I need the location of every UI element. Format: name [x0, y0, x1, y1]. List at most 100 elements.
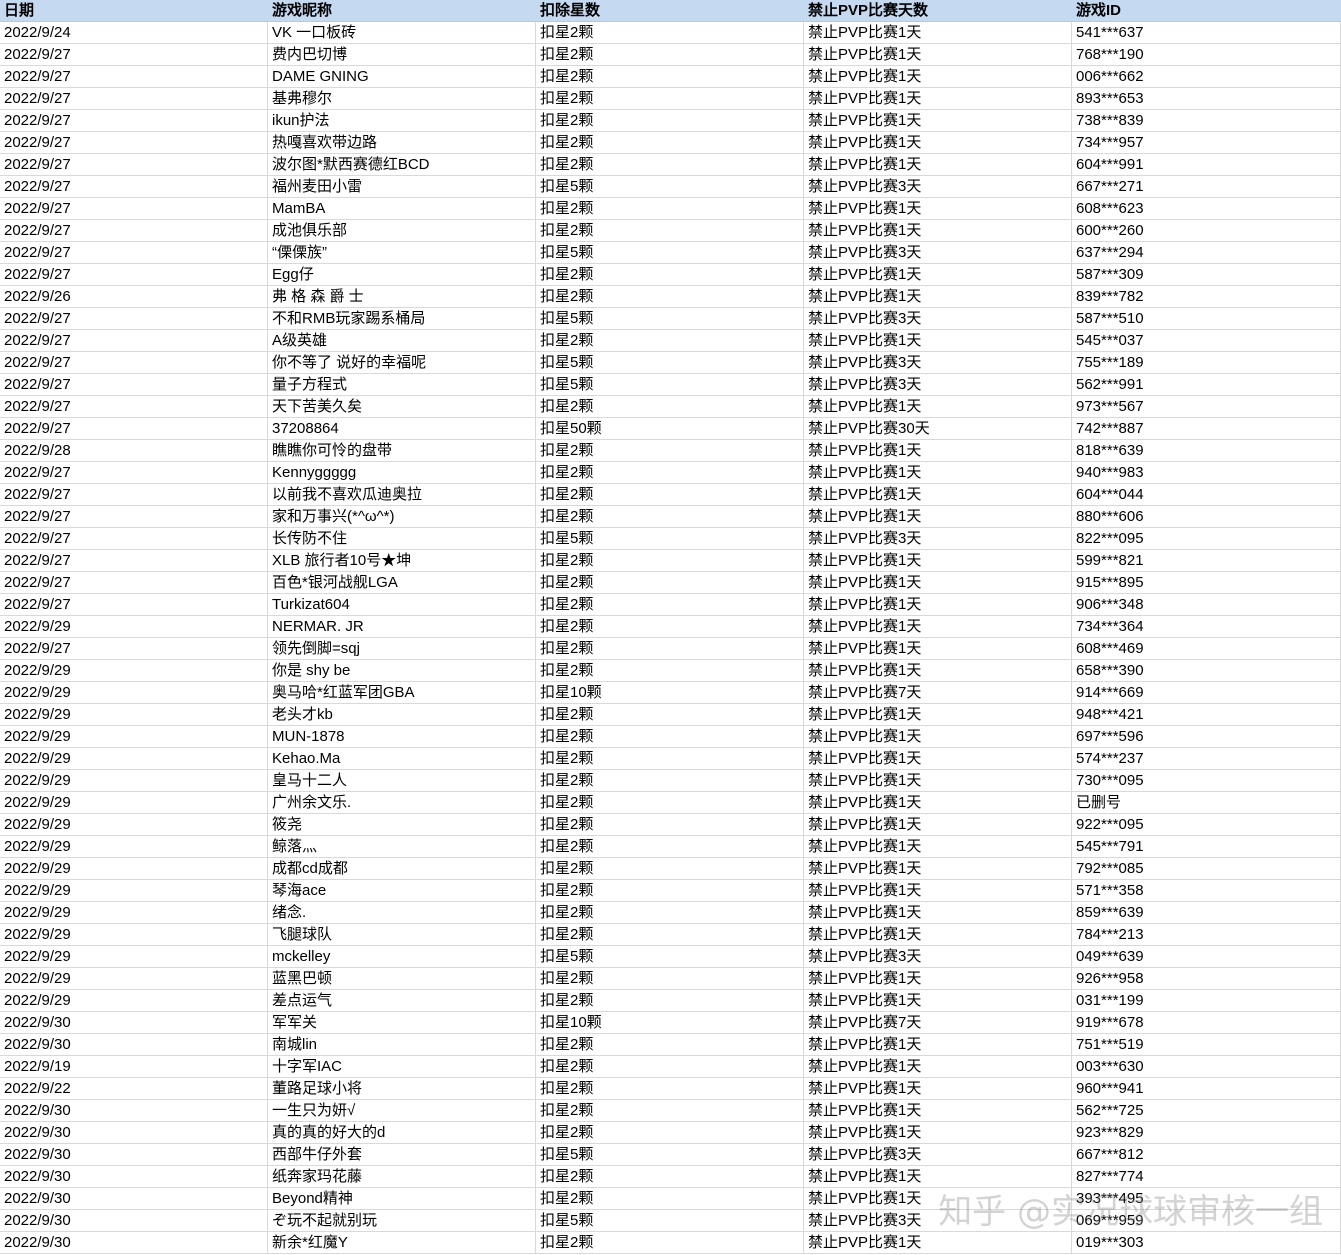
- cell-pvp-ban-days[interactable]: 禁止PVP比赛1天: [804, 594, 1072, 615]
- cell-game-id[interactable]: 730***095: [1072, 770, 1341, 791]
- cell-game-id[interactable]: 940***983: [1072, 462, 1341, 483]
- cell-date[interactable]: 2022/9/27: [0, 594, 268, 615]
- cell-nickname[interactable]: 鲸落灬: [268, 836, 536, 857]
- cell-date[interactable]: 2022/9/30: [0, 1188, 268, 1209]
- cell-nickname[interactable]: DAME GNING: [268, 66, 536, 87]
- cell-game-id[interactable]: 960***941: [1072, 1078, 1341, 1099]
- cell-game-id[interactable]: 839***782: [1072, 286, 1341, 307]
- cell-date[interactable]: 2022/9/27: [0, 352, 268, 373]
- cell-stars-deducted[interactable]: 扣星2颗: [536, 264, 804, 285]
- cell-stars-deducted[interactable]: 扣星2颗: [536, 594, 804, 615]
- cell-game-id[interactable]: 600***260: [1072, 220, 1341, 241]
- cell-nickname[interactable]: 蓝黑巴顿: [268, 968, 536, 989]
- cell-game-id[interactable]: 562***991: [1072, 374, 1341, 395]
- cell-stars-deducted[interactable]: 扣星2颗: [536, 968, 804, 989]
- cell-date[interactable]: 2022/9/30: [0, 1100, 268, 1121]
- cell-pvp-ban-days[interactable]: 禁止PVP比赛3天: [804, 242, 1072, 263]
- cell-date[interactable]: 2022/9/29: [0, 792, 268, 813]
- cell-game-id[interactable]: 926***958: [1072, 968, 1341, 989]
- cell-game-id[interactable]: 599***821: [1072, 550, 1341, 571]
- cell-nickname[interactable]: Egg仔: [268, 264, 536, 285]
- cell-game-id[interactable]: 880***606: [1072, 506, 1341, 527]
- cell-date[interactable]: 2022/9/29: [0, 616, 268, 637]
- cell-stars-deducted[interactable]: 扣星2颗: [536, 484, 804, 505]
- cell-nickname[interactable]: 皇马十二人: [268, 770, 536, 791]
- cell-date[interactable]: 2022/9/27: [0, 44, 268, 65]
- cell-game-id[interactable]: 031***199: [1072, 990, 1341, 1011]
- cell-game-id[interactable]: 734***364: [1072, 616, 1341, 637]
- cell-nickname[interactable]: 绪念.: [268, 902, 536, 923]
- cell-stars-deducted[interactable]: 扣星2颗: [536, 1166, 804, 1187]
- cell-game-id[interactable]: 973***567: [1072, 396, 1341, 417]
- cell-pvp-ban-days[interactable]: 禁止PVP比赛7天: [804, 682, 1072, 703]
- cell-stars-deducted[interactable]: 扣星2颗: [536, 66, 804, 87]
- cell-pvp-ban-days[interactable]: 禁止PVP比赛3天: [804, 308, 1072, 329]
- cell-pvp-ban-days[interactable]: 禁止PVP比赛1天: [804, 616, 1072, 637]
- cell-date[interactable]: 2022/9/30: [0, 1210, 268, 1231]
- cell-game-id[interactable]: 006***662: [1072, 66, 1341, 87]
- cell-pvp-ban-days[interactable]: 禁止PVP比赛1天: [804, 660, 1072, 681]
- cell-stars-deducted[interactable]: 扣星2颗: [536, 22, 804, 43]
- cell-stars-deducted[interactable]: 扣星2颗: [536, 1034, 804, 1055]
- cell-nickname[interactable]: 热嘎喜欢带边路: [268, 132, 536, 153]
- cell-game-id[interactable]: 914***669: [1072, 682, 1341, 703]
- cell-pvp-ban-days[interactable]: 禁止PVP比赛1天: [804, 1122, 1072, 1143]
- cell-pvp-ban-days[interactable]: 禁止PVP比赛1天: [804, 792, 1072, 813]
- cell-game-id[interactable]: 已删号: [1072, 792, 1341, 813]
- cell-pvp-ban-days[interactable]: 禁止PVP比赛30天: [804, 418, 1072, 439]
- cell-stars-deducted[interactable]: 扣星2颗: [536, 616, 804, 637]
- cell-stars-deducted[interactable]: 扣星2颗: [536, 836, 804, 857]
- cell-stars-deducted[interactable]: 扣星2颗: [536, 198, 804, 219]
- cell-date[interactable]: 2022/9/27: [0, 484, 268, 505]
- cell-stars-deducted[interactable]: 扣星5颗: [536, 946, 804, 967]
- cell-date[interactable]: 2022/9/27: [0, 528, 268, 549]
- cell-game-id[interactable]: 734***957: [1072, 132, 1341, 153]
- cell-game-id[interactable]: 562***725: [1072, 1100, 1341, 1121]
- cell-pvp-ban-days[interactable]: 禁止PVP比赛1天: [804, 440, 1072, 461]
- cell-pvp-ban-days[interactable]: 禁止PVP比赛3天: [804, 352, 1072, 373]
- cell-game-id[interactable]: 792***085: [1072, 858, 1341, 879]
- cell-date[interactable]: 2022/9/29: [0, 924, 268, 945]
- cell-date[interactable]: 2022/9/27: [0, 66, 268, 87]
- cell-nickname[interactable]: A级英雄: [268, 330, 536, 351]
- cell-date[interactable]: 2022/9/27: [0, 242, 268, 263]
- cell-date[interactable]: 2022/9/29: [0, 682, 268, 703]
- cell-pvp-ban-days[interactable]: 禁止PVP比赛3天: [804, 1144, 1072, 1165]
- cell-date[interactable]: 2022/9/30: [0, 1232, 268, 1253]
- cell-date[interactable]: 2022/9/29: [0, 726, 268, 747]
- cell-stars-deducted[interactable]: 扣星2颗: [536, 770, 804, 791]
- cell-game-id[interactable]: 541***637: [1072, 22, 1341, 43]
- cell-game-id[interactable]: 604***991: [1072, 154, 1341, 175]
- cell-date[interactable]: 2022/9/28: [0, 440, 268, 461]
- cell-stars-deducted[interactable]: 扣星2颗: [536, 440, 804, 461]
- cell-game-id[interactable]: 818***639: [1072, 440, 1341, 461]
- cell-pvp-ban-days[interactable]: 禁止PVP比赛1天: [804, 88, 1072, 109]
- cell-nickname[interactable]: 琴海ace: [268, 880, 536, 901]
- cell-stars-deducted[interactable]: 扣星2颗: [536, 550, 804, 571]
- cell-game-id[interactable]: 574***237: [1072, 748, 1341, 769]
- cell-nickname[interactable]: XLB 旅行者10号★坤: [268, 550, 536, 571]
- cell-game-id[interactable]: 604***044: [1072, 484, 1341, 505]
- cell-stars-deducted[interactable]: 扣星5颗: [536, 176, 804, 197]
- cell-pvp-ban-days[interactable]: 禁止PVP比赛1天: [804, 132, 1072, 153]
- cell-pvp-ban-days[interactable]: 禁止PVP比赛1天: [804, 990, 1072, 1011]
- cell-nickname[interactable]: 成都cd成都: [268, 858, 536, 879]
- cell-stars-deducted[interactable]: 扣星2颗: [536, 154, 804, 175]
- cell-stars-deducted[interactable]: 扣星2颗: [536, 220, 804, 241]
- cell-pvp-ban-days[interactable]: 禁止PVP比赛1天: [804, 902, 1072, 923]
- cell-game-id[interactable]: 637***294: [1072, 242, 1341, 263]
- cell-date[interactable]: 2022/9/27: [0, 132, 268, 153]
- column-header-pvp-ban-days[interactable]: 禁止PVP比赛天数: [804, 0, 1072, 21]
- cell-game-id[interactable]: 919***678: [1072, 1012, 1341, 1033]
- cell-game-id[interactable]: 608***469: [1072, 638, 1341, 659]
- cell-date[interactable]: 2022/9/27: [0, 308, 268, 329]
- cell-pvp-ban-days[interactable]: 禁止PVP比赛1天: [804, 880, 1072, 901]
- cell-date[interactable]: 2022/9/29: [0, 880, 268, 901]
- cell-pvp-ban-days[interactable]: 禁止PVP比赛1天: [804, 770, 1072, 791]
- cell-stars-deducted[interactable]: 扣星2颗: [536, 726, 804, 747]
- cell-date[interactable]: 2022/9/27: [0, 220, 268, 241]
- cell-date[interactable]: 2022/9/27: [0, 550, 268, 571]
- cell-stars-deducted[interactable]: 扣星2颗: [536, 880, 804, 901]
- cell-game-id[interactable]: 393***495: [1072, 1188, 1341, 1209]
- cell-stars-deducted[interactable]: 扣星2颗: [536, 660, 804, 681]
